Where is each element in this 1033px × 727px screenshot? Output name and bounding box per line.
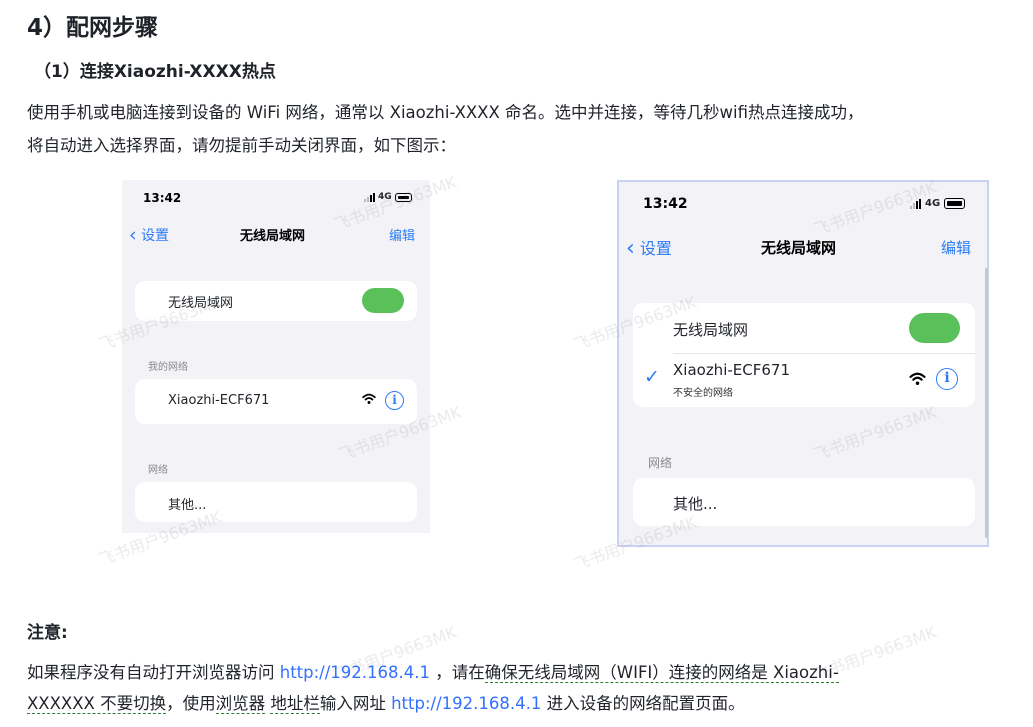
note-text-line2: XXXXXX 不要切换，使用浏览器 地址栏输入网址 http://192.168…: [27, 690, 1033, 714]
note-text: ，使用: [166, 694, 216, 713]
phone-screenshot-after: 13:42 4G ‹ 设置 无线局域网 编辑 无线局域网 ✓ Xiaozhi-E…: [617, 180, 989, 547]
battery-icon: [944, 198, 966, 209]
step-heading: （1）连接Xiaozhi-XXXX热点: [34, 62, 276, 82]
instruction-text-line2: 将自动进入选择界面，请勿提前手动关闭界面，如下图示：: [27, 136, 456, 155]
instruction-text-line1: 使用手机或电脑连接到设备的 WiFi 网络，通常以 Xiaozhi-XXXX 命…: [27, 103, 864, 122]
other-network-row[interactable]: 其他...: [135, 482, 417, 522]
checkmark-icon: ✓: [644, 366, 660, 388]
phone-screenshot-before: 13:42 4G ‹ 设置 无线局域网 编辑 无线局域网 我的网络 Xiaozh…: [122, 180, 430, 533]
note-text: 输入网址: [319, 694, 392, 713]
wlan-toggle[interactable]: [909, 313, 960, 343]
note-text: ，请在: [430, 663, 485, 682]
networks-label: 网络: [148, 465, 168, 476]
note-text: 如果程序没有自动打开浏览器访问: [27, 663, 280, 682]
note-emphasis: 浏览器: [215, 694, 266, 714]
signal-icon: [910, 198, 921, 209]
network-type: 4G: [925, 198, 941, 209]
other-label: 其他...: [673, 495, 718, 513]
nav-title: 无线局域网: [761, 239, 837, 257]
status-time: 13:42: [143, 191, 182, 205]
info-icon[interactable]: i: [385, 391, 404, 410]
wlan-card: 无线局域网 ✓ Xiaozhi-ECF671 不安全的网络 i: [633, 303, 975, 407]
note-emphasis: 确保无线局域网（WIFI）连接的网络是 Xiaozhi-: [484, 663, 839, 683]
network-ssid: Xiaozhi-ECF671: [673, 361, 790, 379]
back-label: 设置: [639, 239, 672, 258]
other-label: 其他...: [168, 498, 207, 513]
network-type: 4G: [378, 192, 392, 202]
edit-button[interactable]: 编辑: [389, 225, 415, 244]
wlan-label: 无线局域网: [168, 296, 234, 311]
wlan-toggle-card: 无线局域网: [135, 281, 417, 321]
wifi-icon: [362, 393, 376, 404]
network-ssid: Xiaozhi-ECF671: [168, 393, 270, 408]
chevron-left-icon: ‹: [626, 236, 635, 261]
phone-scrollbar: [985, 268, 988, 538]
note-emphasis: XXXXXX 不要切换: [27, 694, 167, 714]
battery-icon: [394, 192, 412, 202]
config-url-link[interactable]: http://192.168.4.1: [280, 663, 430, 682]
networks-label: 网络: [648, 456, 673, 470]
info-icon[interactable]: i: [936, 368, 958, 390]
network-security-note: 不安全的网络: [673, 388, 733, 399]
signal-icon: [364, 192, 375, 202]
other-network-row[interactable]: 其他...: [633, 478, 975, 526]
my-networks-label: 我的网络: [148, 362, 188, 373]
note-emphasis: 地址栏: [270, 694, 320, 714]
nav-title: 无线局域网: [240, 229, 306, 244]
row-divider: [673, 353, 975, 354]
config-url-link[interactable]: http://192.168.4.1: [391, 694, 541, 713]
chevron-left-icon: ‹: [129, 224, 137, 246]
status-bar-icons: 4G: [910, 198, 966, 209]
wlan-label: 无线局域网: [673, 321, 749, 339]
section-heading: 4）配网步骤: [27, 15, 159, 41]
edit-button[interactable]: 编辑: [941, 237, 971, 258]
note-text-line1: 如果程序没有自动打开浏览器访问 http://192.168.4.1 ，请在确保…: [27, 659, 1033, 683]
back-button[interactable]: ‹ 设置: [626, 235, 672, 261]
status-bar-icons: 4G: [364, 192, 412, 202]
note-text: 进入设备的网络配置页面。: [541, 694, 745, 713]
status-time: 13:42: [643, 196, 688, 212]
note-label: 注意:: [27, 623, 68, 643]
back-label: 设置: [141, 228, 170, 244]
back-button[interactable]: ‹ 设置: [129, 223, 170, 246]
wifi-icon: [909, 372, 926, 385]
wlan-toggle[interactable]: [362, 288, 404, 313]
network-row[interactable]: Xiaozhi-ECF671 i: [135, 379, 417, 424]
